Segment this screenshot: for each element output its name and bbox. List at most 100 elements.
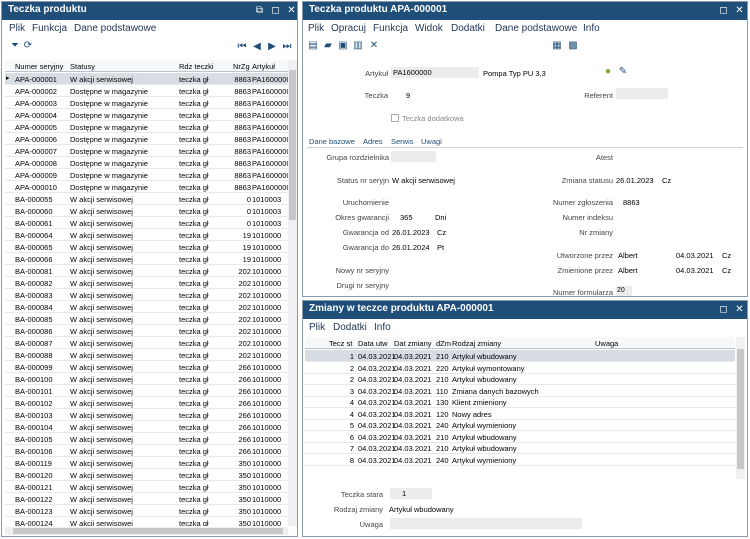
new-icon[interactable]: ▤ <box>308 41 318 51</box>
menu-plik[interactable]: Plik <box>308 23 324 34</box>
table-row[interactable]: BA-000121 W akcji serwisowej teczka gł 350 1… <box>5 481 288 493</box>
col-rodzaj-zmiany[interactable]: Rodzaj zmiany <box>452 339 522 348</box>
menu-opracuj[interactable]: Opracuj <box>331 23 366 34</box>
col-statusy[interactable]: Statusy <box>70 62 130 71</box>
col-dat-zmiany[interactable]: Dat zmiany <box>394 339 434 348</box>
table-row[interactable]: BA-000104 W akcji serwisowej teczka gł 266 1… <box>5 421 288 433</box>
col-tecz-st[interactable]: Tecz st <box>329 339 359 348</box>
table-row[interactable]: BA-000100 W akcji serwisowej teczka gł 266 1… <box>5 373 288 385</box>
scrollbar-thumb[interactable] <box>289 70 296 220</box>
col-rdz-teczki[interactable]: Rdz teczki <box>179 62 219 71</box>
save-icon[interactable]: ▣ <box>338 41 348 51</box>
next-record-icon[interactable]: ▶ <box>267 42 277 52</box>
table-row[interactable]: APA-000001 W akcji serwisowej teczka gł 886… <box>5 73 288 85</box>
menu-funkcja[interactable]: Funkcja <box>32 23 67 34</box>
menu-funkcja[interactable]: Funkcja <box>373 23 408 34</box>
preview-icon[interactable]: ▩ <box>568 41 578 51</box>
changes-close-icon[interactable]: ✕ <box>734 304 745 315</box>
edit-icon[interactable]: ✎ <box>618 67 628 77</box>
table-row[interactable]: APA-000006 Dostępne w magazynie teczka gł 8… <box>5 133 288 145</box>
table-row[interactable]: BA-000082 W akcji serwisowej teczka gł 202 1… <box>5 277 288 289</box>
table-row[interactable]: BA-000086 W akcji serwisowej teczka gł 202 1… <box>5 325 288 337</box>
table-row[interactable]: BA-000120 W akcji serwisowej teczka gł 350 1… <box>5 469 288 481</box>
menu-plik[interactable]: Plik <box>309 322 325 333</box>
table-row[interactable]: BA-000124 W akcji serwisowej teczka gł 350 1… <box>5 517 288 526</box>
table-row[interactable]: APA-000007 Dostępne w magazynie teczka gł 8… <box>5 145 288 157</box>
h-scrollbar-thumb[interactable] <box>13 528 283 534</box>
delete-icon[interactable]: ▥ <box>353 41 363 51</box>
table-row[interactable]: 6 04.03.2021 04.03.2021 210 Artykuł wbudowan… <box>305 431 735 443</box>
prev-record-icon[interactable]: ◀ <box>252 42 262 52</box>
table-row[interactable]: BA-000081 W akcji serwisowej teczka gł 202 1… <box>5 265 288 277</box>
detail-maximize-icon[interactable]: ◻ <box>718 5 729 16</box>
tab-uwagi[interactable]: Uwagi <box>419 136 444 147</box>
menu-info[interactable]: Info <box>583 23 600 34</box>
table-row[interactable]: BA-000101 W akcji serwisowej teczka gł 266 1… <box>5 385 288 397</box>
table-row[interactable]: APA-000004 Dostępne w magazynie teczka gł 8… <box>5 109 288 121</box>
col-nrzg[interactable]: NrZg <box>233 62 253 71</box>
table-row[interactable]: APA-000009 Dostępne w magazynie teczka gł 8… <box>5 169 288 181</box>
col-numer-seryjny[interactable]: Numer seryjny <box>15 62 70 71</box>
refresh-icon[interactable]: ⟳ <box>23 41 33 51</box>
table-row[interactable]: BA-000055 W akcji serwisowej teczka gł 0 101… <box>5 193 288 205</box>
first-record-icon[interactable]: ⏮ <box>237 42 247 52</box>
table-row[interactable]: BA-000084 W akcji serwisowej teczka gł 202 1… <box>5 301 288 313</box>
menu-info[interactable]: Info <box>374 322 391 333</box>
changes-scrollbar[interactable] <box>736 337 745 479</box>
horizontal-scrollbar[interactable] <box>5 527 288 535</box>
menu-widok[interactable]: Widok <box>415 23 443 34</box>
table-row[interactable]: BA-000087 W akcji serwisowej teczka gł 202 1… <box>5 337 288 349</box>
col-artykul[interactable]: Artykuł <box>252 62 288 71</box>
table-row[interactable]: BA-000103 W akcji serwisowej teczka gł 266 1… <box>5 409 288 421</box>
table-row[interactable]: 5 04.03.2021 04.03.2021 240 Artykuł wymienio… <box>305 419 735 431</box>
table-row[interactable]: BA-000083 W akcji serwisowej teczka gł 202 1… <box>5 289 288 301</box>
table-row[interactable]: 1 04.03.2021 04.03.2021 210 Artykuł wbudowan… <box>305 350 735 362</box>
table-row[interactable]: BA-000105 W akcji serwisowej teczka gł 266 1… <box>5 433 288 445</box>
menu-dane-podstawowe[interactable]: Dane podstawowe <box>495 23 577 34</box>
col-dzm[interactable]: dZm <box>436 339 451 348</box>
tab-serwis[interactable]: Serwis <box>389 136 416 147</box>
table-row[interactable]: 4 04.03.2021 04.03.2021 130 Klient zmieniony <box>305 396 735 408</box>
cancel-icon[interactable]: ✕ <box>369 41 379 51</box>
table-row[interactable]: APA-000010 Dostępne w magazynie teczka gł 8… <box>5 181 288 193</box>
check-circle-icon[interactable]: ● <box>603 67 613 77</box>
restore-icon[interactable]: ⧉ <box>254 5 265 16</box>
referent-field[interactable] <box>616 88 668 99</box>
table-row[interactable]: BA-000061 W akcji serwisowej teczka gł 0 101… <box>5 217 288 229</box>
table-row[interactable]: APA-000005 Dostępne w magazynie teczka gł 8… <box>5 121 288 133</box>
maximize-icon[interactable]: ◻ <box>270 5 281 16</box>
table-row[interactable]: 7 04.03.2021 04.03.2021 210 Artykuł wbudowan… <box>305 442 735 454</box>
table-row[interactable]: 8 04.03.2021 04.03.2021 240 Artykuł wymienio… <box>305 454 735 466</box>
table-row[interactable]: BA-000088 W akcji serwisowej teczka gł 202 1… <box>5 349 288 361</box>
tab-adres[interactable]: Adres <box>361 136 385 147</box>
close-icon[interactable]: ✕ <box>286 5 297 16</box>
col-uwaga[interactable]: Uwaga <box>595 339 635 348</box>
numer-formularza-field[interactable]: 20 <box>616 286 632 296</box>
table-row[interactable]: BA-000065 W akcji serwisowej teczka gł 19 10… <box>5 241 288 253</box>
last-record-icon[interactable]: ⏭ <box>282 42 292 52</box>
table-row[interactable]: BA-000102 W akcji serwisowej teczka gł 266 1… <box>5 397 288 409</box>
table-row[interactable]: APA-000008 Dostępne w magazynie teczka gł 8… <box>5 157 288 169</box>
table-row[interactable]: APA-000002 Dostępne w magazynie teczka gł 8… <box>5 85 288 97</box>
teczka-dodatkowa-checkbox[interactable] <box>391 114 399 122</box>
teczka-stara-field[interactable]: 1 <box>390 488 432 499</box>
menu-dodatki[interactable]: Dodatki <box>451 23 485 34</box>
changes-maximize-icon[interactable]: ◻ <box>718 304 729 315</box>
grupa-field[interactable] <box>391 151 436 162</box>
table-row[interactable]: 2 04.03.2021 04.03.2021 210 Artykuł wbudowan… <box>305 373 735 385</box>
table-row[interactable]: BA-000064 W akcji serwisowej teczka gł 19 10… <box>5 229 288 241</box>
menu-dane-podstawowe[interactable]: Dane podstawowe <box>74 23 156 34</box>
table-row[interactable]: BA-000122 W akcji serwisowej teczka gł 350 1… <box>5 493 288 505</box>
tab-dane-bazowe[interactable]: Dane bazowe <box>307 136 357 147</box>
menu-dodatki[interactable]: Dodatki <box>333 322 367 333</box>
table-row[interactable]: BA-000099 W akcji serwisowej teczka gł 266 1… <box>5 361 288 373</box>
table-row[interactable]: BA-000119 W akcji serwisowej teczka gł 350 1… <box>5 457 288 469</box>
table-row[interactable]: BA-000106 W akcji serwisowej teczka gł 266 1… <box>5 445 288 457</box>
detail-close-icon[interactable]: ✕ <box>734 5 745 16</box>
table-row[interactable]: BA-000123 W akcji serwisowej teczka gł 350 1… <box>5 505 288 517</box>
table-row[interactable]: 2 04.03.2021 04.03.2021 220 Artykuł wymontow… <box>305 362 735 374</box>
artykul-field[interactable]: PA1600000 <box>391 67 479 78</box>
filter-icon[interactable]: ⏷ <box>10 41 20 51</box>
table-row[interactable]: BA-000066 W akcji serwisowej teczka gł 19 10… <box>5 253 288 265</box>
print-icon[interactable]: ▦ <box>552 41 562 51</box>
